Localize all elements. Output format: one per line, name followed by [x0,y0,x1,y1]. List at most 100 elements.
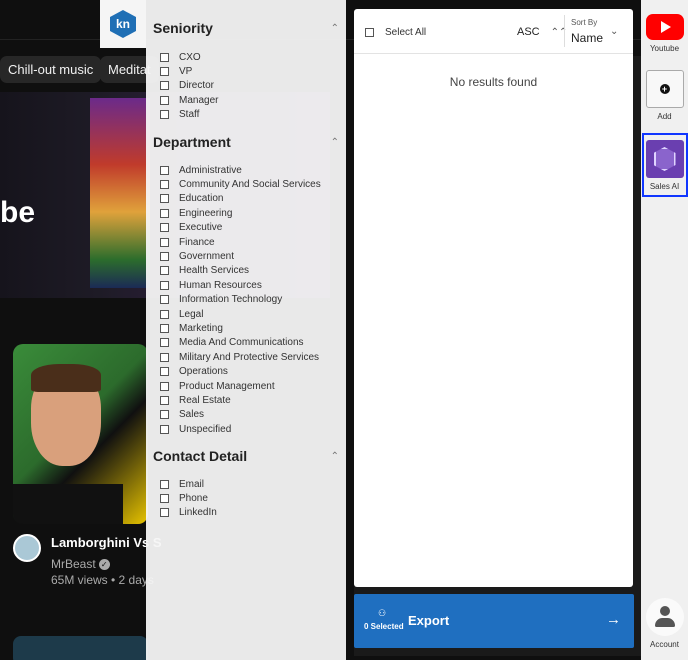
chevron-up-icon[interactable]: ⌃ [331,451,339,462]
option-label: Operations [179,366,228,378]
video-title[interactable]: Lamborghini Vs S [51,535,162,550]
checkbox[interactable] [160,323,169,333]
department-option[interactable]: Finance [160,235,215,249]
next-video-thumbnail[interactable] [13,636,148,660]
department-option[interactable]: Community And Social Services [160,177,321,191]
checkbox[interactable] [160,165,169,175]
department-option[interactable]: Sales [160,408,204,422]
checkbox[interactable] [160,194,169,204]
checkbox[interactable] [160,295,169,305]
checkbox[interactable] [160,352,169,362]
results-panel: Select All ASC ⌃⌃ Sort By Name ⌄ No resu… [354,9,633,587]
seniority-option[interactable]: Director [160,79,214,93]
department-option[interactable]: Unspecified [160,422,231,436]
checkbox[interactable] [160,251,169,261]
option-label: Marketing [179,322,223,334]
option-label: Legal [179,308,204,320]
department-option[interactable]: Information Technology [160,293,282,307]
checkbox[interactable] [160,66,169,76]
department-option[interactable]: Health Services [160,264,249,278]
seniority-option[interactable]: Staff [160,108,199,122]
department-option[interactable]: Executive [160,221,222,235]
checkbox[interactable] [160,266,169,276]
contact-option[interactable]: Email [160,477,204,491]
department-option[interactable]: Engineering [160,206,232,220]
department-option[interactable]: Legal [160,307,203,321]
arrow-right-icon: → [606,611,621,628]
department-option[interactable]: Media And Communications [160,336,304,350]
checkbox[interactable] [160,95,169,105]
sort-order-toggle[interactable]: ASC ⌃⌃ [517,26,567,38]
checkbox[interactable] [160,424,169,434]
select-all[interactable]: Select All [365,27,426,38]
logo-hexagon-icon: kn [110,10,136,38]
option-label: Director [179,80,215,92]
checkbox[interactable] [160,338,169,348]
checkbox[interactable] [160,367,169,377]
checkbox[interactable] [160,381,169,391]
checkbox[interactable] [160,410,169,420]
department-section-header[interactable]: Department ⌃ [153,132,343,152]
checkbox[interactable] [160,479,169,489]
chip-chill-out-music[interactable]: Chill-out music [0,56,102,83]
contact-option[interactable]: LinkedIn [160,506,217,520]
seniority-section-header[interactable]: Seniority ⌃ [153,18,343,38]
department-option[interactable]: Human Resources [160,278,262,292]
channel-avatar[interactable] [13,534,41,562]
checkbox[interactable] [160,81,169,91]
option-label: Real Estate [179,394,231,406]
seniority-option[interactable]: CXO [160,50,201,64]
seniority-option[interactable]: Manager [160,93,218,107]
department-option[interactable]: Education [160,192,223,206]
option-label: Community And Social Services [179,178,321,190]
checkbox[interactable] [160,52,169,62]
rail-account-label: Account [650,640,679,649]
sort-by-select[interactable]: Name [571,31,603,45]
checkbox[interactable] [160,237,169,247]
option-label: CXO [179,51,201,63]
banner-text: be [0,196,36,229]
option-label: Education [179,193,224,205]
chevron-up-icon[interactable]: ⌃ [331,23,339,34]
person-icon [654,606,675,628]
extension-logo[interactable]: kn [100,0,146,48]
seniority-option[interactable]: VP [160,64,192,78]
video-channel[interactable]: MrBeast ✓ [51,557,110,571]
empty-state: No results found [449,75,538,89]
rail-youtube[interactable]: Youtube [641,14,688,53]
rail-add-label: Add [657,112,672,121]
video-thumbnail[interactable] [13,344,148,524]
results-header: Select All ASC ⌃⌃ Sort By Name ⌄ [354,9,633,54]
select-all-checkbox[interactable] [365,28,374,37]
department-option[interactable]: Government [160,249,234,263]
department-option[interactable]: Real Estate [160,393,231,407]
department-option[interactable]: Operations [160,365,228,379]
checkbox[interactable] [160,110,169,120]
export-button[interactable]: ⚇ 0 Selected Export → [354,594,634,648]
department-option[interactable]: Marketing [160,321,223,335]
department-option[interactable]: Military And Protective Services [160,350,319,364]
department-option[interactable]: Product Management [160,379,275,393]
rail-add[interactable]: + Add [641,70,688,121]
rail-account[interactable]: Account [641,598,688,649]
chevron-down-icon[interactable]: ⌄ [610,26,618,37]
checkbox[interactable] [160,309,169,319]
contact-option[interactable]: Phone [160,491,208,505]
checkbox[interactable] [160,508,169,518]
play-icon [660,21,671,33]
chevron-up-icon[interactable]: ⌃ [331,137,339,148]
export-label: Export [408,613,450,628]
sort-order-label: ASC [517,26,540,38]
contact-section-header[interactable]: Contact Detail ⌃ [153,446,343,466]
option-label: Product Management [179,380,275,392]
plus-icon: + [659,84,670,94]
department-option[interactable]: Administrative [160,163,242,177]
checkbox[interactable] [160,280,169,290]
checkbox[interactable] [160,208,169,218]
department-title: Department [153,134,231,150]
checkbox[interactable] [160,395,169,405]
thumbnail-shirt [13,484,123,524]
checkbox[interactable] [160,223,169,233]
checkbox[interactable] [160,493,169,503]
checkbox[interactable] [160,179,169,189]
